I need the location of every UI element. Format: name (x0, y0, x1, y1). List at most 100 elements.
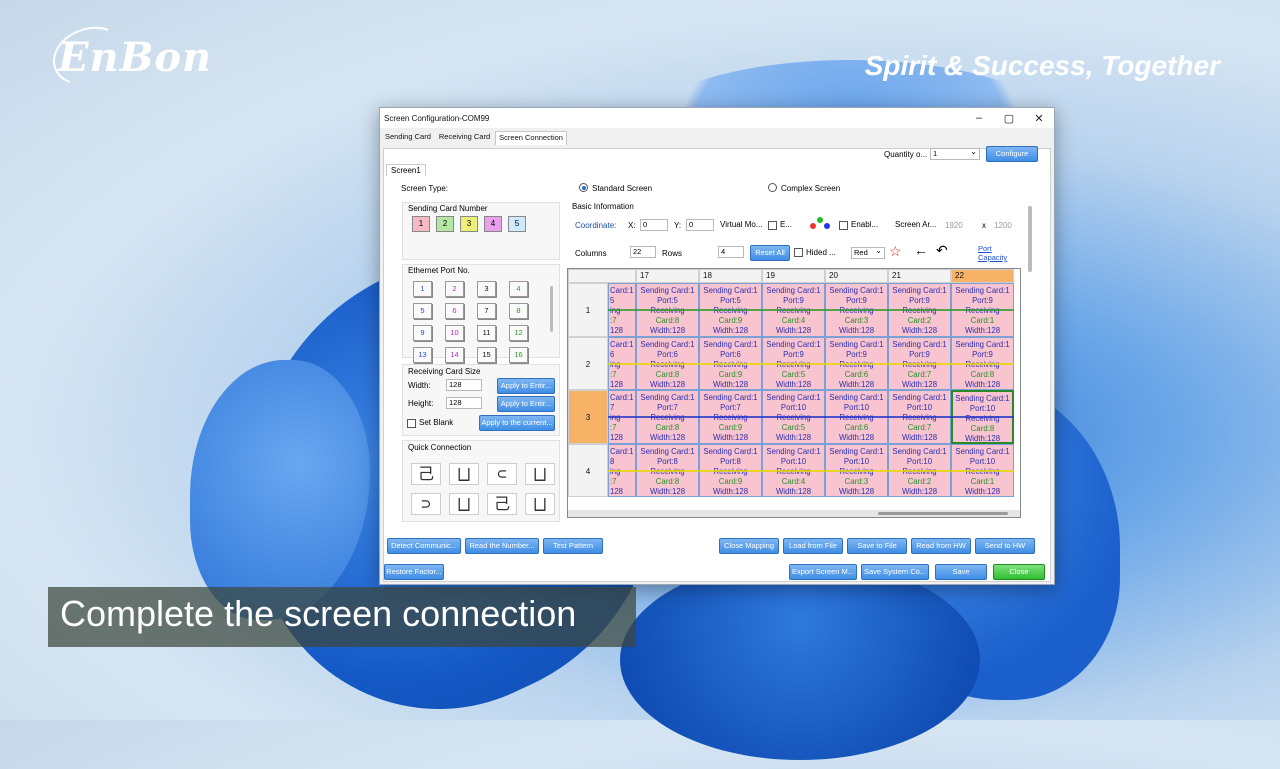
grid-column-header[interactable]: 21 (888, 269, 951, 283)
save-button[interactable]: Save (935, 564, 987, 580)
grid-column-header[interactable] (568, 269, 636, 283)
y-input[interactable]: 0 (686, 219, 714, 231)
ethernet-port-button[interactable]: 5 (413, 303, 432, 319)
hided-checkbox[interactable] (794, 248, 803, 257)
ethernet-port-button[interactable]: 16 (509, 347, 528, 363)
ethernet-port-button[interactable]: 4 (509, 281, 528, 297)
sending-card-button[interactable]: 1 (412, 216, 430, 232)
apply-height-entire-button[interactable]: Apply to Entir... (497, 396, 555, 412)
grid-cell-line: Width:128 (775, 326, 812, 335)
ethernet-port-button[interactable]: 9 (413, 325, 432, 341)
rc-height-input[interactable]: 128 (446, 397, 482, 409)
star-icon[interactable]: ☆ (889, 243, 902, 260)
grid-cell-line: Port:8 (720, 456, 741, 466)
grid-cell-line: Receiving (826, 413, 887, 423)
apply-width-entire-button[interactable]: Apply to Entir... (497, 378, 555, 394)
virtual-e-checkbox[interactable] (768, 221, 777, 230)
configure-button[interactable]: Configure (986, 146, 1038, 162)
ethernet-scrollbar[interactable] (550, 286, 553, 332)
restore-factory-button[interactable]: Restore Factor... (384, 564, 444, 580)
grid-cell-line: Receiving (952, 467, 1013, 477)
reset-all-button[interactable]: Reset All (750, 245, 790, 261)
quick-connection-pattern[interactable]: ⨆ (449, 493, 479, 515)
ethernet-port-button[interactable]: 7 (477, 303, 496, 319)
maximize-button[interactable]: ▢ (994, 112, 1024, 125)
quick-connection-pattern[interactable]: ⨆ (525, 493, 555, 515)
grid-row-header[interactable]: 4 (568, 443, 608, 497)
complex-screen-radio[interactable] (768, 183, 777, 192)
tab-screen1[interactable]: Screen1 (386, 164, 426, 176)
ethernet-port-button[interactable]: 11 (477, 325, 496, 341)
grid-cell-line: Sending Card:1 (766, 393, 821, 402)
minimize-button[interactable]: – (964, 112, 994, 124)
rc-width-input[interactable]: 128 (446, 379, 482, 391)
ethernet-port-button[interactable]: 15 (477, 347, 496, 363)
detect-communication-button[interactable]: Detect Communic... (387, 538, 461, 554)
sending-card-button[interactable]: 4 (484, 216, 502, 232)
port-capacity-link[interactable]: Port Capacity (978, 244, 1018, 262)
grid-column-header[interactable]: 18 (699, 269, 762, 283)
ethernet-port-button[interactable]: 6 (445, 303, 464, 319)
grid-column-header[interactable]: 20 (825, 269, 888, 283)
close-window-button[interactable]: ✕ (1024, 112, 1054, 125)
grid-column-header[interactable]: 22 (951, 269, 1014, 283)
grid-cell-line: Card:1 (610, 286, 634, 295)
save-system-config-button[interactable]: Save System Co... (861, 564, 929, 580)
ethernet-port-button[interactable]: 8 (509, 303, 528, 319)
undo-icon[interactable]: ↶ (936, 242, 948, 259)
sending-card-button[interactable]: 3 (460, 216, 478, 232)
tab-sending-card[interactable]: Sending Card (382, 131, 434, 145)
save-to-file-button[interactable]: Save to File (847, 538, 907, 554)
ethernet-port-button[interactable]: 12 (509, 325, 528, 341)
close-mapping-button[interactable]: Close Mapping (719, 538, 779, 554)
screen-connection-grid[interactable]: 1718192021221234Card:15ing:7128Sending C… (567, 268, 1021, 518)
read-from-hw-button[interactable]: Read from HW (911, 538, 971, 554)
back-arrow-icon[interactable]: ← (914, 242, 928, 258)
quick-connection-pattern[interactable]: ⊂ (487, 463, 517, 485)
quick-connection-pattern[interactable]: 己 (411, 463, 441, 485)
quick-connection-pattern[interactable]: 己 (487, 493, 517, 515)
grid-row-header[interactable]: 2 (568, 336, 608, 390)
enable-checkbox[interactable] (839, 221, 848, 230)
ethernet-port-button[interactable]: 3 (477, 281, 496, 297)
sending-card-button[interactable]: 5 (508, 216, 526, 232)
columns-input[interactable]: 22 (630, 246, 656, 258)
ethernet-port-button[interactable]: 2 (445, 281, 464, 297)
grid-cell-line: 128 (610, 486, 624, 496)
panel-scrollbar[interactable] (1028, 206, 1032, 272)
tab-receiving-card[interactable]: Receiving Card (436, 131, 493, 145)
grid-cell-line: :7 (610, 476, 617, 486)
standard-screen-radio[interactable] (579, 183, 588, 192)
read-number-button[interactable]: Read the Number... (465, 538, 539, 554)
quick-connection-pattern[interactable]: ⨆ (449, 463, 479, 485)
color-select[interactable]: Red (851, 246, 885, 259)
tab-screen-connection[interactable]: Screen Connection (495, 131, 567, 145)
ethernet-port-button[interactable]: 1 (413, 281, 432, 297)
close-button[interactable]: Close (993, 564, 1045, 580)
quantity-select[interactable]: 1 (930, 147, 980, 160)
quick-connection-pattern[interactable]: ⊃ (411, 493, 441, 515)
load-from-file-button[interactable]: Load from File (783, 538, 843, 554)
export-screen-button[interactable]: Export Screen M... (789, 564, 857, 580)
grid-column-header[interactable]: 17 (636, 269, 699, 283)
grid-column-header[interactable]: 19 (762, 269, 825, 283)
send-to-hw-button[interactable]: Send to HW (975, 538, 1035, 554)
quick-connection-pattern[interactable]: ⨆ (525, 463, 555, 485)
set-blank-checkbox[interactable] (407, 419, 416, 428)
grid-row-header[interactable]: 3 (568, 390, 608, 444)
ethernet-port-button[interactable]: 10 (445, 325, 464, 341)
x-label: X: (628, 221, 636, 230)
grid-cell-line: Width:128 (838, 433, 875, 442)
rgb-dots-icon (810, 216, 832, 232)
rows-input[interactable]: 4 (718, 246, 744, 258)
apply-current-button[interactable]: Apply to the current... (479, 415, 555, 431)
grid-scroll-thumb[interactable] (878, 512, 1008, 515)
test-pattern-button[interactable]: Test Pattern (543, 538, 603, 554)
virtual-e-label: E... (780, 220, 793, 229)
grid-row-header[interactable]: 1 (568, 283, 608, 337)
x-input[interactable]: 0 (640, 219, 668, 231)
ethernet-port-button[interactable]: 14 (445, 347, 464, 363)
sending-card-button[interactable]: 2 (436, 216, 454, 232)
grid-cell-line: Port:10 (843, 456, 870, 466)
ethernet-port-button[interactable]: 13 (413, 347, 432, 363)
